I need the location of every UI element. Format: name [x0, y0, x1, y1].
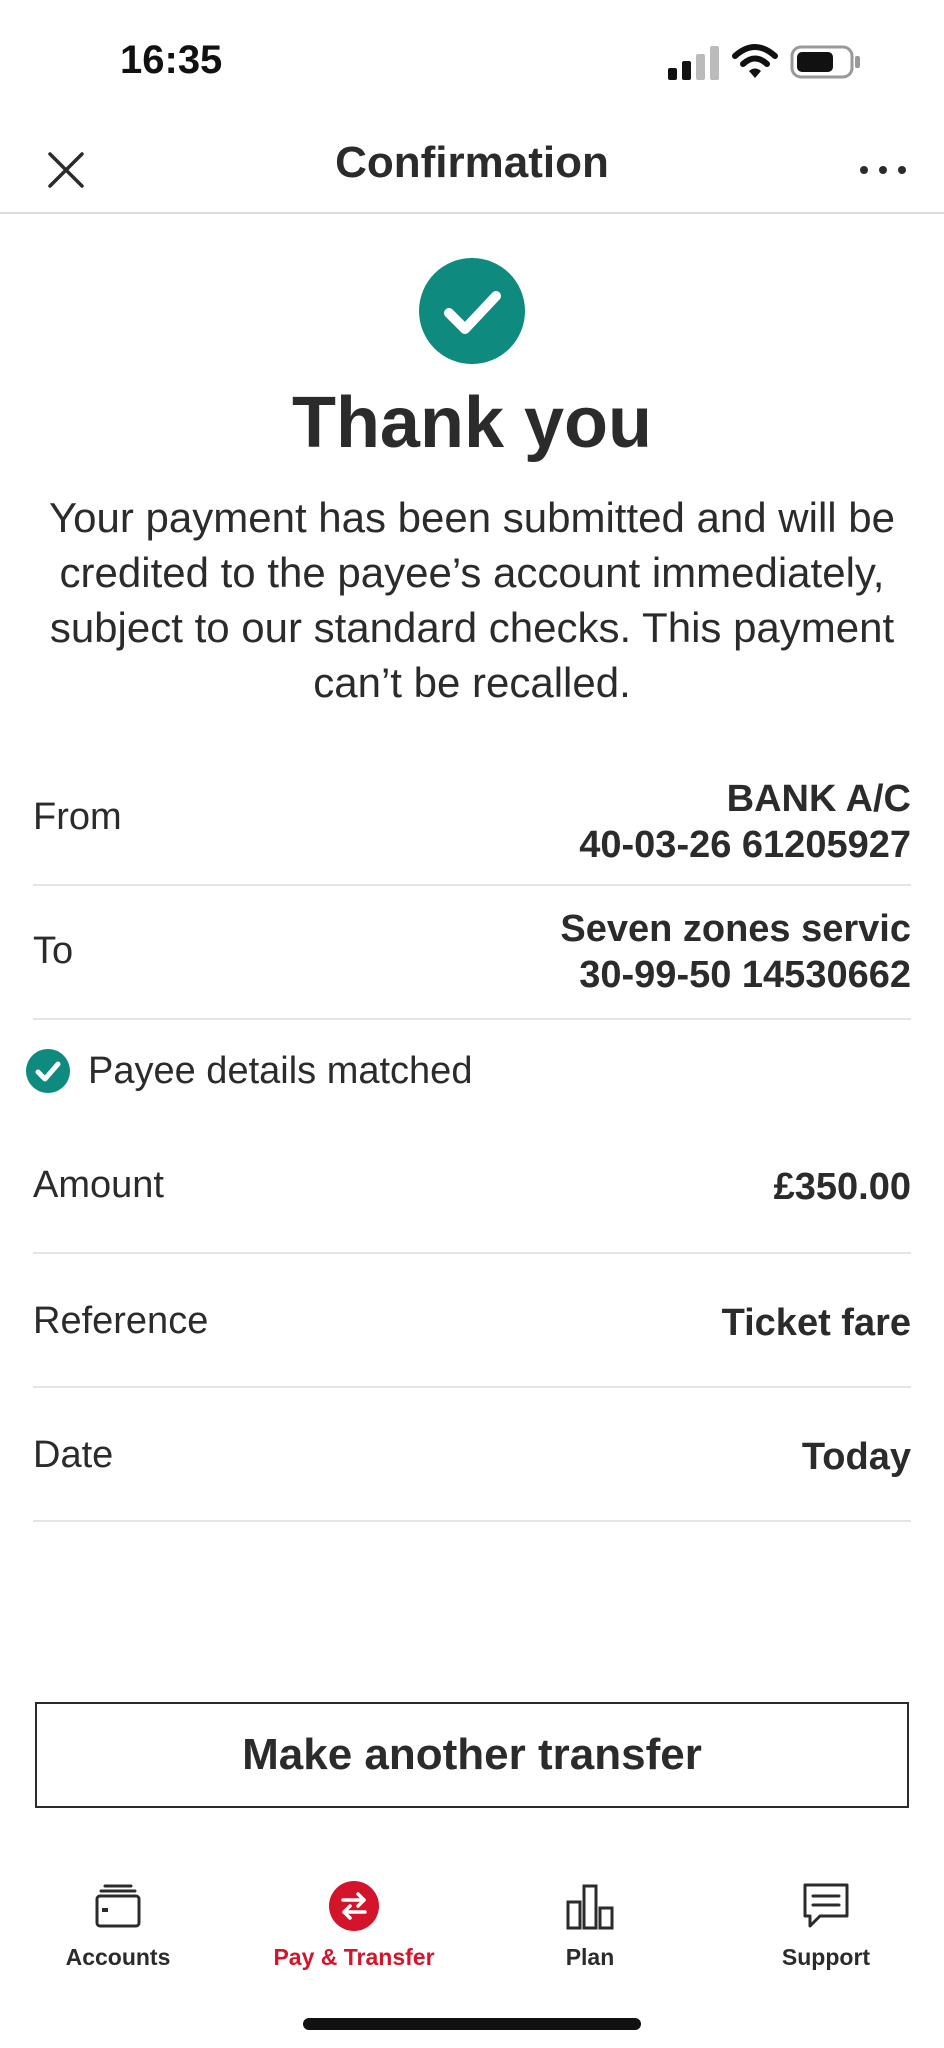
reference-label: Reference [33, 1300, 209, 1342]
to-value: Seven zones servic 30-99-50 14530662 [560, 906, 911, 998]
tab-plan[interactable]: Plan [490, 1870, 690, 1980]
make-another-transfer-button[interactable]: Make another transfer [35, 1702, 909, 1808]
bottom-tab-bar: Accounts Pay & Transfer Plan Support [0, 1870, 944, 1990]
from-row: From BANK A/C 40-03-26 61205927 [33, 766, 911, 886]
chat-bubble-icon [803, 1883, 849, 1928]
bar-chart-icon [566, 1884, 614, 1930]
home-indicator[interactable] [303, 2018, 641, 2030]
from-account-name: BANK A/C [726, 778, 911, 820]
tab-accounts[interactable]: Accounts [18, 1870, 218, 1980]
battery-icon [790, 45, 860, 79]
date-label: Date [33, 1434, 114, 1476]
confirmation-message: Your payment has been submitted and will… [49, 494, 895, 706]
more-options-button[interactable] [852, 148, 914, 192]
tab-pay-transfer[interactable]: Pay & Transfer [254, 1870, 454, 1980]
more-dots-icon [860, 166, 906, 174]
to-label: To [33, 930, 74, 972]
tab-plan-label: Plan [565, 1944, 615, 1970]
tab-accounts-label: Accounts [65, 1944, 171, 1970]
header: Confirmation [0, 120, 944, 214]
date-value: Today [801, 1436, 911, 1478]
page-title: Confirmation [335, 138, 609, 187]
wallet-icon [95, 1884, 141, 1928]
status-time: 16:35 [120, 38, 223, 82]
payee-match-status: Payee details matched [26, 1046, 472, 1096]
payee-name: Seven zones servic [560, 908, 911, 950]
thank-you-heading: Thank you [291, 383, 653, 463]
status-bar: 16:35 [0, 0, 944, 120]
tab-pay-transfer-label: Pay & Transfer [273, 1944, 435, 1970]
transfer-icon [329, 1881, 379, 1931]
check-circle-icon [26, 1049, 70, 1093]
from-label: From [33, 796, 122, 838]
reference-row: Reference Ticket fare [33, 1254, 911, 1388]
payee-match-text: Payee details matched [88, 1049, 473, 1092]
cellular-signal-icon [668, 46, 719, 80]
date-row: Date Today [33, 1388, 911, 1522]
from-account-number: 40-03-26 61205927 [579, 824, 911, 866]
to-row: To Seven zones servic 30-99-50 14530662 [33, 886, 911, 1020]
from-value: BANK A/C 40-03-26 61205927 [579, 776, 911, 868]
reference-value: Ticket fare [721, 1302, 911, 1344]
tab-support-label: Support [781, 1944, 871, 1970]
amount-row: Amount £350.00 [33, 1120, 911, 1254]
amount-value: £350.00 [773, 1166, 911, 1208]
success-check-icon [419, 258, 525, 364]
payee-account-number: 30-99-50 14530662 [579, 954, 911, 996]
confirmation-screen: 16:35 Confirmation Thank you Your paymen… [0, 0, 944, 2048]
wifi-icon [732, 44, 778, 78]
amount-label: Amount [33, 1164, 164, 1206]
tab-support[interactable]: Support [726, 1870, 926, 1980]
